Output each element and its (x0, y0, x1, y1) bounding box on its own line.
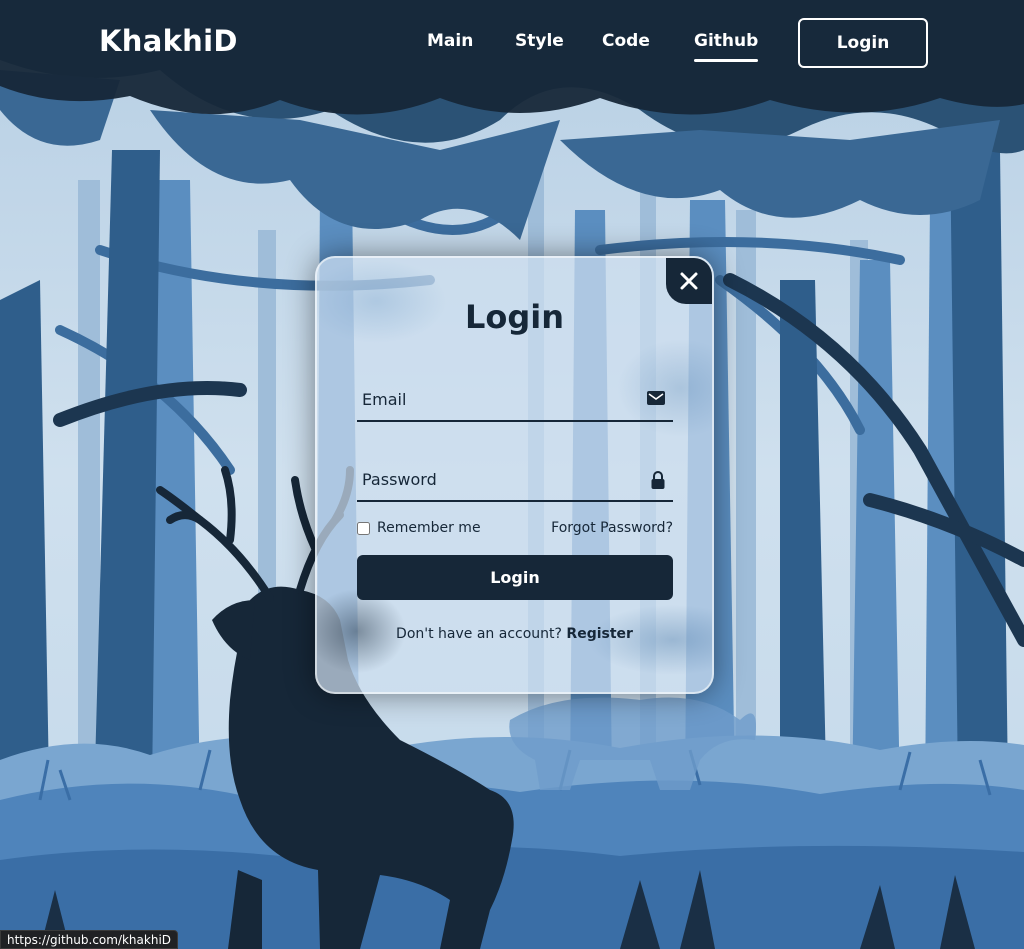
lock-icon (651, 471, 665, 489)
register-prompt-text: Don't have an account? (396, 626, 567, 642)
site-logo[interactable]: KhakhiD (99, 24, 238, 58)
close-icon (680, 272, 698, 290)
nav-link-style[interactable]: Style (515, 31, 564, 51)
remember-me-label: Remember me (377, 520, 481, 536)
remember-me[interactable]: Remember me (357, 520, 481, 536)
remember-me-checkbox[interactable] (357, 521, 370, 535)
forgot-password-link[interactable]: Forgot Password? (551, 520, 673, 536)
header-login-button[interactable]: Login (798, 18, 928, 68)
login-title: Login (464, 298, 565, 336)
email-input[interactable] (357, 378, 637, 420)
nav-link-main[interactable]: Main (427, 31, 473, 51)
mail-icon (647, 391, 665, 405)
login-submit-button[interactable]: Login (357, 555, 673, 600)
nav-link-code[interactable]: Code (602, 31, 650, 51)
password-field (357, 458, 673, 502)
password-input[interactable] (357, 458, 637, 500)
status-bar-url: https://github.com/khakhiD (0, 930, 179, 949)
register-prompt: Don't have an account? Register (317, 626, 712, 642)
login-popup: Login Remember me Forgot Password? Login… (315, 256, 714, 694)
email-field (357, 378, 673, 422)
login-options: Remember me Forgot Password? (357, 520, 673, 540)
nav-link-github[interactable]: Github (694, 31, 759, 62)
register-link[interactable]: Register (566, 626, 633, 642)
site-header: KhakhiD Main Style Code Github Login (0, 0, 1024, 86)
